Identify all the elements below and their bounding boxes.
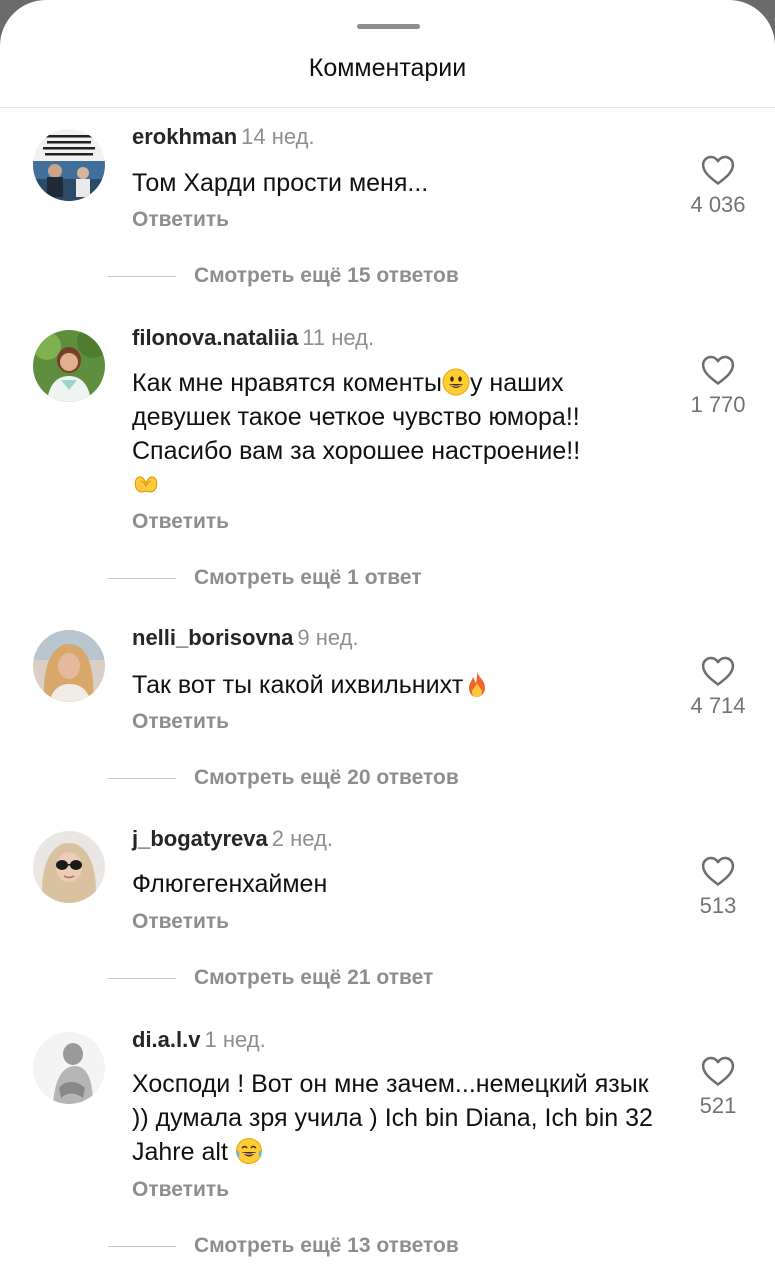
avatar[interactable] — [33, 129, 105, 201]
comment-username[interactable]: nelli_borisovna — [132, 625, 293, 650]
view-more-replies-label: Смотреть ещё 13 ответов — [194, 1234, 459, 1257]
comment-time: 9 нед. — [297, 625, 359, 650]
reply-button[interactable]: Ответить — [132, 710, 229, 734]
comment-text: Флюгегенхаймен — [132, 870, 328, 898]
heart-icon[interactable] — [701, 354, 735, 386]
comment-text-part: Как мне нравятся коменты — [132, 369, 442, 397]
like-count: 1 770 — [690, 392, 746, 417]
view-more-replies-label: Смотреть ещё 20 ответов — [194, 766, 459, 789]
replies-divider-line — [108, 577, 176, 579]
like-count: 4 714 — [690, 693, 746, 718]
avatar[interactable] — [33, 1032, 105, 1104]
view-more-replies-label: Смотреть ещё 15 ответов — [194, 264, 459, 287]
replies-divider-line — [108, 275, 176, 277]
header-divider — [0, 107, 775, 108]
comment-time: 14 нед. — [241, 124, 315, 149]
comment-username[interactable]: j_bogatyreva — [132, 826, 268, 851]
comment-username[interactable]: erokhman — [132, 124, 237, 149]
comment-time: 2 нед. — [271, 826, 333, 851]
heart-icon[interactable] — [701, 855, 735, 887]
view-more-replies-button[interactable]: Смотреть ещё 13 ответов — [108, 1234, 459, 1258]
comment-text: Том Харди прости меня... — [132, 169, 429, 197]
comment-time: 1 нед. — [204, 1027, 266, 1052]
sheet-grabber-handle[interactable] — [357, 24, 420, 29]
heart-icon[interactable] — [701, 154, 735, 186]
reply-button[interactable]: Ответить — [132, 208, 229, 232]
comment-text: Так вот ты какой ихвильнихт — [132, 668, 662, 702]
replies-divider-line — [108, 1245, 176, 1247]
reply-button[interactable]: Ответить — [132, 510, 229, 534]
like-count: 4 036 — [690, 192, 746, 217]
heart-icon[interactable] — [701, 655, 735, 687]
replies-divider-line — [108, 977, 176, 979]
reply-button[interactable]: Ответить — [132, 910, 229, 934]
comment-text-part: Так вот ты какой ихвильнихт — [132, 671, 464, 699]
avatar[interactable] — [33, 630, 105, 702]
view-more-replies-button[interactable]: Смотреть ещё 15 ответов — [108, 264, 459, 288]
fire-icon — [463, 670, 491, 698]
view-more-replies-button[interactable]: Смотреть ещё 20 ответов — [108, 766, 459, 790]
view-more-replies-label: Смотреть ещё 1 ответ — [194, 566, 422, 589]
heart-hands-icon — [132, 470, 160, 498]
comment-text-part: Хосподи ! Вот он мне зачем...немецкий яз… — [132, 1070, 653, 1166]
view-more-replies-button[interactable]: Смотреть ещё 1 ответ — [108, 566, 422, 590]
comments-sheet: Комментарии erokhman 14 нед. Том Харди пр… — [0, 0, 775, 1280]
like-count: 513 — [699, 893, 737, 918]
replies-divider-line — [108, 777, 176, 779]
tears-of-joy-icon — [235, 1137, 263, 1165]
avatar[interactable] — [33, 831, 105, 903]
like-count: 521 — [699, 1093, 737, 1118]
comment-username[interactable]: filonova.nataliia — [132, 325, 298, 350]
reply-button[interactable]: Ответить — [132, 1178, 229, 1202]
view-more-replies-button[interactable]: Смотреть ещё 21 ответ — [108, 966, 433, 990]
grinning-face-icon — [442, 368, 470, 396]
comment-time: 11 нед. — [302, 325, 375, 350]
avatar[interactable] — [33, 330, 105, 402]
comment-text: Хосподи ! Вот он мне зачем...немецкий яз… — [132, 1067, 662, 1169]
view-more-replies-label: Смотреть ещё 21 ответ — [194, 966, 434, 989]
comment-text: Как мне нравятся коменты у наших девушек … — [132, 366, 662, 498]
sheet-title: Комментарии — [308, 54, 467, 82]
comment-username[interactable]: di.a.l.v — [132, 1027, 200, 1052]
heart-icon[interactable] — [701, 1055, 735, 1087]
